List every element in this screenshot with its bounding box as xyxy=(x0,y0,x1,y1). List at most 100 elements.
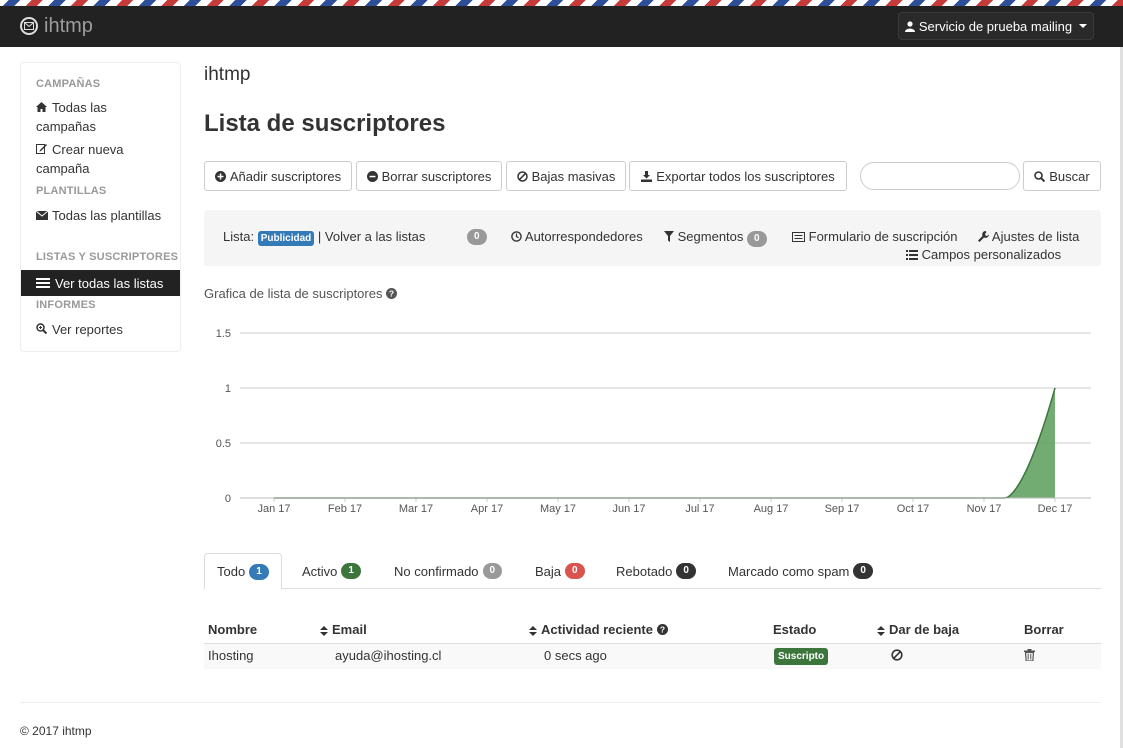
x-tick-label: Jun 17 xyxy=(612,503,645,515)
status-tabs: Todo 1 Activo 1 No confirmado 0 Baja 0 R… xyxy=(204,553,1101,590)
sidebar-heading-lists: LISTAS Y SUSCRIPTORES xyxy=(36,251,179,263)
sort-icon xyxy=(877,625,885,636)
tab-count-badge: 1 xyxy=(249,563,269,580)
tab-count-badge: 0 xyxy=(676,563,696,579)
form-icon xyxy=(792,232,805,242)
sidebar-heading-campaigns: CAMPAÑAS xyxy=(36,78,101,90)
count-badge: 0 xyxy=(467,229,487,245)
clock-icon xyxy=(511,231,522,242)
sidebar-item-new-campaign[interactable]: Crear nueva campaña xyxy=(36,141,166,178)
envelope-logo-icon xyxy=(20,17,38,35)
help-icon[interactable]: ? xyxy=(386,288,398,299)
unsubscribe-action-icon[interactable] xyxy=(891,649,903,664)
account-menu-button[interactable]: Servicio de prueba mailing xyxy=(898,12,1094,40)
sidebar: CAMPAÑAS Todas las campañas Crear nueva … xyxy=(20,62,181,352)
x-tick-label: Dec 17 xyxy=(1038,503,1073,515)
x-tick-label: Mar 17 xyxy=(399,503,433,515)
tab-unconfirmed[interactable]: No confirmado 0 xyxy=(394,553,503,589)
subscribers-chart: 0 0.5 1 1.5 Jan 17 Feb 17 Mar 17 Apr 17 May 17 Ju… xyxy=(216,328,1091,515)
list-name-badge: Publicidad xyxy=(257,231,315,246)
sidebar-item-all-lists[interactable]: Ver todas las listas xyxy=(21,270,180,296)
column-header-email[interactable]: Email xyxy=(320,622,367,637)
sidebar-item-reports[interactable]: Ver reportes xyxy=(36,321,166,340)
autoresponders-link[interactable]: Autorrespondedores xyxy=(511,229,643,244)
delete-subscribers-button[interactable]: Borrar suscriptores xyxy=(356,161,502,191)
help-icon[interactable]: ? xyxy=(656,624,668,635)
x-tick-label: Aug 17 xyxy=(754,503,789,515)
add-subscribers-button[interactable]: Añadir suscriptores xyxy=(204,161,352,191)
segments-count-badge: 0 xyxy=(747,231,767,247)
column-header-status: Estado xyxy=(773,622,817,637)
tab-bounced[interactable]: Rebotado 0 xyxy=(616,553,696,589)
download-icon xyxy=(641,170,653,182)
sidebar-item-all-campaigns[interactable]: Todas las campañas xyxy=(36,99,166,136)
brand[interactable]: ihtmp xyxy=(20,14,93,38)
tab-count-badge: 0 xyxy=(482,563,503,579)
edit-icon xyxy=(36,142,49,160)
filter-icon xyxy=(664,231,674,242)
x-tick-label: Jan 17 xyxy=(257,503,290,515)
footer-divider xyxy=(20,702,1101,703)
tab-count-badge: 0 xyxy=(853,563,873,579)
tab-all[interactable]: Todo 1 xyxy=(204,553,282,590)
back-to-lists-link[interactable]: Volver a las listas xyxy=(325,229,425,244)
trash-icon[interactable] xyxy=(1024,649,1035,664)
search-icon xyxy=(1034,170,1046,182)
cell-name[interactable]: Ihosting xyxy=(208,648,254,663)
tab-count-badge: 1 xyxy=(341,563,361,579)
column-header-delete: Borrar xyxy=(1024,622,1064,637)
column-header-activity[interactable]: Actividad reciente ? xyxy=(529,622,668,637)
plus-circle-icon xyxy=(214,170,226,182)
sidebar-heading-templates: PLANTILLAS xyxy=(36,185,107,197)
x-tick-label: Jul 17 xyxy=(685,503,714,515)
subscribe-form-link[interactable]: Formulario de suscripción xyxy=(792,229,957,244)
column-header-name: Nombre xyxy=(208,622,258,637)
x-tick-label: Nov 17 xyxy=(967,503,1002,515)
list-settings-link[interactable]: Ajustes de lista xyxy=(978,229,1079,244)
mass-unsubscribe-button[interactable]: Bajas masivas xyxy=(506,161,626,191)
ban-icon xyxy=(516,170,528,182)
page-title: Lista de suscriptores xyxy=(204,110,446,137)
search-input[interactable] xyxy=(860,162,1020,190)
top-navbar: ihtmp Servicio de prueba mailing xyxy=(0,6,1123,47)
y-tick-label: 0.5 xyxy=(216,438,231,450)
home-icon xyxy=(36,100,49,118)
x-tick-label: Apr 17 xyxy=(471,503,503,515)
list-icon xyxy=(906,250,918,260)
sort-icon xyxy=(529,625,537,636)
footer-copyright: © 2017 ihtmp xyxy=(20,724,92,738)
sidebar-item-all-templates[interactable]: Todas las plantillas xyxy=(35,207,166,226)
svg-text:?: ? xyxy=(660,625,665,635)
cell-status: Suscripto xyxy=(774,647,829,665)
export-subscribers-button[interactable]: Exportar todos los suscriptores xyxy=(629,161,847,191)
y-tick-label: 1 xyxy=(225,383,231,395)
status-badge: Suscripto xyxy=(774,648,829,665)
caret-down-icon xyxy=(1079,24,1088,28)
chart-heading: Grafica de lista de suscriptores ? xyxy=(204,286,398,301)
tab-count-badge: 0 xyxy=(565,563,585,579)
list-toolbar: Lista: Publicidad | Volver a las listas … xyxy=(204,210,1101,266)
sort-icon xyxy=(320,625,328,636)
cell-activity: 0 secs ago xyxy=(544,648,607,663)
sidebar-heading-reports: INFORMES xyxy=(36,299,96,311)
x-tick-label: May 17 xyxy=(540,503,576,515)
cell-email[interactable]: ayuda@ihosting.cl xyxy=(335,648,441,663)
envelope-icon xyxy=(35,208,49,226)
app-title: ihtmp xyxy=(204,64,251,85)
segments-link[interactable]: Segmentos 0 xyxy=(664,229,767,247)
y-tick-label: 1.5 xyxy=(216,328,231,340)
x-tick-label: Feb 17 xyxy=(328,503,362,515)
x-tick-label: Sep 17 xyxy=(825,503,860,515)
tab-active-subscribers[interactable]: Activo 1 xyxy=(302,553,361,589)
account-label: Servicio de prueba mailing xyxy=(918,18,1073,34)
custom-fields-link[interactable]: Campos personalizados xyxy=(906,247,1061,262)
search-button[interactable]: Buscar xyxy=(1023,161,1101,191)
user-icon xyxy=(904,20,915,32)
column-header-unsubscribe[interactable]: Dar de baja xyxy=(877,622,959,637)
list-info: Lista: Publicidad | Volver a las listas xyxy=(223,229,426,246)
tab-marked-spam[interactable]: Marcado como spam 0 xyxy=(728,553,873,589)
minus-circle-icon xyxy=(366,170,378,182)
tab-unsubscribed[interactable]: Baja 0 xyxy=(535,553,585,589)
zoom-icon xyxy=(36,322,49,340)
list-icon xyxy=(36,278,50,288)
